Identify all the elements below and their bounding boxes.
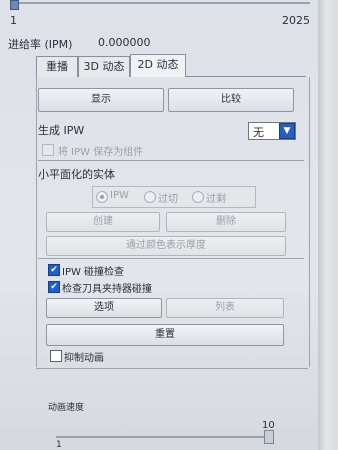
animation-speed-thumb[interactable] bbox=[264, 430, 274, 444]
radio-ipw-label: IPW bbox=[110, 190, 129, 201]
radio-overcut[interactable] bbox=[144, 191, 156, 203]
options-button[interactable]: 选项 bbox=[46, 298, 162, 318]
divider bbox=[38, 258, 304, 259]
compare-button[interactable]: 比较 bbox=[168, 88, 294, 112]
frame-slider-track[interactable] bbox=[10, 2, 310, 4]
frame-slider-thumb[interactable] bbox=[10, 0, 19, 10]
chevron-down-icon[interactable]: ▼ bbox=[279, 123, 295, 139]
radio-ipw[interactable] bbox=[96, 191, 108, 203]
save-ipw-component-label: 将 IPW 保存为组件 bbox=[58, 147, 144, 158]
color-thickness-button[interactable]: 通过颜色表示厚度 bbox=[46, 236, 286, 256]
tab-3d-dynamic[interactable]: 3D 动态 bbox=[78, 56, 130, 77]
display-button[interactable]: 显示 bbox=[38, 88, 164, 112]
ipw-collision-checkbox[interactable]: ✔ bbox=[48, 264, 60, 276]
frame-slider-max: 2025 bbox=[282, 14, 310, 27]
simulation-panel: 1 2025 进给率 (IPM) 0.000000 重播 3D 动态 2D 动态… bbox=[0, 0, 318, 450]
delete-button[interactable]: 删除 bbox=[166, 212, 286, 232]
save-ipw-component-checkbox[interactable] bbox=[42, 144, 54, 156]
tool-holder-collision-checkbox[interactable]: ✔ bbox=[48, 281, 60, 293]
feed-rate-label: 进给率 (IPM) bbox=[8, 38, 73, 51]
feed-rate-value: 0.000000 bbox=[98, 36, 151, 49]
generate-ipw-value: 无 bbox=[253, 126, 264, 139]
tab-content-bottom bbox=[36, 368, 308, 369]
animation-speed-min: 1 bbox=[56, 440, 62, 450]
radio-excess-label: 过剩 bbox=[206, 194, 226, 205]
radio-overcut-label: 过切 bbox=[158, 194, 178, 205]
facet-body-title: 小平面化的实体 bbox=[38, 168, 115, 181]
generate-ipw-label: 生成 IPW bbox=[38, 124, 85, 137]
suppress-animation-label: 抑制动画 bbox=[64, 353, 104, 364]
ipw-collision-label: IPW 碰撞检查 bbox=[62, 267, 125, 278]
radio-excess[interactable] bbox=[192, 191, 204, 203]
create-button[interactable]: 创建 bbox=[46, 212, 160, 232]
generate-ipw-dropdown[interactable]: 无 ▼ bbox=[248, 122, 296, 140]
list-button[interactable]: 列表 bbox=[166, 298, 284, 318]
animation-speed-label: 动画速度 bbox=[48, 403, 85, 413]
animation-speed-track[interactable] bbox=[56, 436, 274, 438]
suppress-animation-checkbox[interactable] bbox=[50, 350, 62, 362]
reset-button[interactable]: 重置 bbox=[46, 324, 284, 346]
tool-holder-collision-label: 检查刀具夹持器碰撞 bbox=[62, 284, 152, 295]
frame-slider-min: 1 bbox=[10, 14, 17, 27]
divider bbox=[38, 160, 304, 161]
tab-2d-dynamic[interactable]: 2D 动态 bbox=[130, 54, 186, 77]
screen-bezel bbox=[318, 0, 338, 450]
tab-replay[interactable]: 重播 bbox=[36, 56, 78, 77]
